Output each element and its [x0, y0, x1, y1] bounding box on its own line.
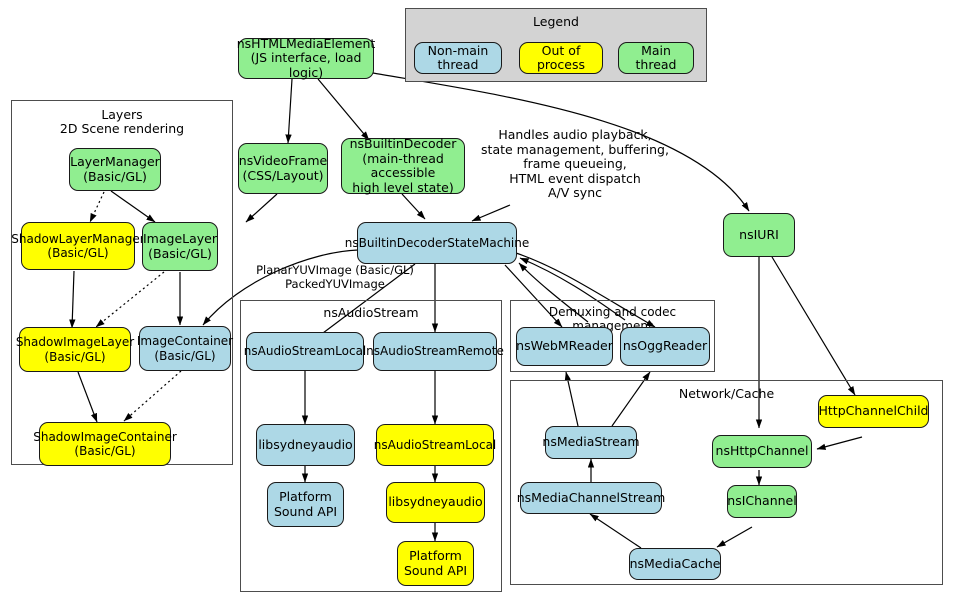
node-label-nsvideoframe: nsVideoFrame (CSS/Layout)	[238, 153, 328, 183]
legend-label-main-thread: Main thread	[635, 42, 677, 72]
node-nshtmlmediaelement[interactable]: nsHTMLMediaElement (JS interface, load l…	[236, 35, 376, 80]
node-label-imagelayer: ImageLayer (Basic/GL)	[143, 231, 217, 261]
legend-item-non-main-thread: Non-main thread	[414, 42, 502, 74]
node-nsmediastream[interactable]: nsMediaStream	[542, 426, 640, 459]
edge-mediaelement-builtindecoder	[317, 78, 370, 141]
cluster-layers-title: Layers 2D Scene rendering	[59, 107, 185, 136]
node-label-nsiuri: nsIURI	[739, 226, 779, 242]
node-imagecontainer[interactable]: ImageContainer (Basic/GL)	[136, 326, 234, 371]
node-nsiuri[interactable]: nsIURI	[723, 213, 795, 257]
node-httpchannelchild[interactable]: HttpChannelChild	[818, 395, 929, 428]
node-platform-sound-api-remote[interactable]: Platform Sound API	[397, 541, 474, 586]
node-nsmediacache[interactable]: nsMediaCache	[629, 548, 721, 580]
node-nsbuiltindecoder[interactable]: nsBuiltinDecoder (main-thread accessible…	[341, 136, 465, 195]
node-nswebmreader[interactable]: nsWebMReader	[516, 327, 613, 366]
node-label-libsydneyaudio-remote: libsydneyaudio	[388, 494, 483, 510]
node-shadowlayermanager[interactable]: ShadowLayerManager (Basic/GL)	[11, 222, 145, 270]
node-label-nshttpchannel: nsHttpChannel	[715, 443, 809, 459]
node-shadowimagecontainer[interactable]: ShadowImageContainer (Basic/GL)	[33, 422, 177, 466]
node-label-nsmediastream: nsMediaStream	[542, 434, 640, 450]
node-label-nsoggreader: nsOggReader	[622, 338, 708, 354]
edge-mediaelement-videoframe	[285, 78, 293, 144]
legend-title: Legend	[533, 14, 579, 29]
node-nsaudiostreamlocal[interactable]: nsAudioStreamLocal	[243, 332, 367, 371]
yuv-image-edge-label: PlanarYUVImage (Basic/GL) PackedYUVImage	[256, 263, 414, 291]
edge-builtindecoder-statemachine	[401, 193, 426, 220]
node-nsoggreader[interactable]: nsOggReader	[620, 327, 710, 366]
node-label-libsydneyaudio-local: libsydneyaudio	[258, 436, 353, 452]
node-label-nsaudiostreamremote: nsAudioStreamRemote	[366, 344, 504, 359]
node-platform-sound-api-local[interactable]: Platform Sound API	[267, 482, 344, 527]
node-label-nsichannel: nsIChannel	[727, 493, 797, 509]
node-label-shadowimagelayer: ShadowImageLayer (Basic/GL)	[15, 335, 135, 364]
node-label-nswebmreader: nsWebMReader	[516, 338, 613, 354]
legend-item-main-thread: Main thread	[618, 42, 694, 74]
node-label-nsmediachannelstream: nsMediaChannelStream	[516, 489, 666, 505]
node-layermanager[interactable]: LayerManager (Basic/GL)	[69, 148, 161, 191]
node-label-nsbuiltindecoder: nsBuiltinDecoder (main-thread accessible…	[349, 136, 457, 195]
edge-videoframe-imagelayer	[245, 193, 278, 223]
node-imagelayer[interactable]: ImageLayer (Basic/GL)	[142, 222, 218, 271]
node-label-nsbuiltindecoderstatemachine: nsBuiltinDecoderStateMachine	[344, 235, 530, 250]
node-label-shadowlayermanager: ShadowLayerManager (Basic/GL)	[11, 231, 145, 261]
edge-nsiuri-httpchannelchild	[771, 256, 856, 396]
node-nsmediachannelstream[interactable]: nsMediaChannelStream	[517, 482, 665, 514]
legend-label-non-main-thread: Non-main thread	[427, 42, 489, 72]
node-nsichannel[interactable]: nsIChannel	[727, 485, 797, 518]
node-label-nsaudiostreamlocal: nsAudioStreamLocal	[243, 344, 367, 359]
node-label-httpchannelchild: HttpChannelChild	[818, 403, 929, 419]
cluster-audiostream-title: nsAudioStream	[323, 305, 419, 320]
diagram-canvas: Legend Layers 2D Scene rendering nsAudio…	[0, 0, 954, 597]
node-label-nshtmlmediaelement: nsHTMLMediaElement (JS interface, load l…	[236, 35, 376, 80]
node-label-nsaudiostreamlocal-remote: nsAudioStreamLocal	[373, 437, 497, 452]
node-nsaudiostreamremote[interactable]: nsAudioStreamRemote	[366, 332, 504, 371]
node-shadowimagelayer[interactable]: ShadowImageLayer (Basic/GL)	[15, 327, 135, 372]
node-libsydneyaudio-local[interactable]: libsydneyaudio	[256, 424, 355, 466]
node-nsaudiostreamlocal-remote[interactable]: nsAudioStreamLocal	[373, 424, 497, 466]
node-nsbuiltindecoderstatemachine[interactable]: nsBuiltinDecoderStateMachine	[345, 222, 529, 264]
node-label-layermanager: LayerManager (Basic/GL)	[70, 154, 160, 184]
legend-item-out-of-process: Out of process	[519, 42, 603, 74]
node-label-platform-sound-api-local: Platform Sound API	[273, 489, 338, 519]
node-libsydneyaudio-remote[interactable]: libsydneyaudio	[386, 482, 485, 523]
node-label-platform-sound-api-remote: Platform Sound API	[403, 548, 468, 578]
node-nshttpchannel[interactable]: nsHttpChannel	[712, 435, 812, 468]
state-machine-note: Handles audio playback, state management…	[481, 127, 669, 200]
node-label-imagecontainer: ImageContainer (Basic/GL)	[136, 334, 234, 363]
node-label-shadowimagecontainer: ShadowImageContainer (Basic/GL)	[33, 429, 177, 459]
node-nsvideoframe[interactable]: nsVideoFrame (CSS/Layout)	[238, 143, 328, 194]
legend-label-out-of-process: Out of process	[536, 42, 586, 72]
edge-note-statemachine	[471, 204, 511, 222]
node-label-nsmediacache: nsMediaCache	[629, 555, 721, 571]
